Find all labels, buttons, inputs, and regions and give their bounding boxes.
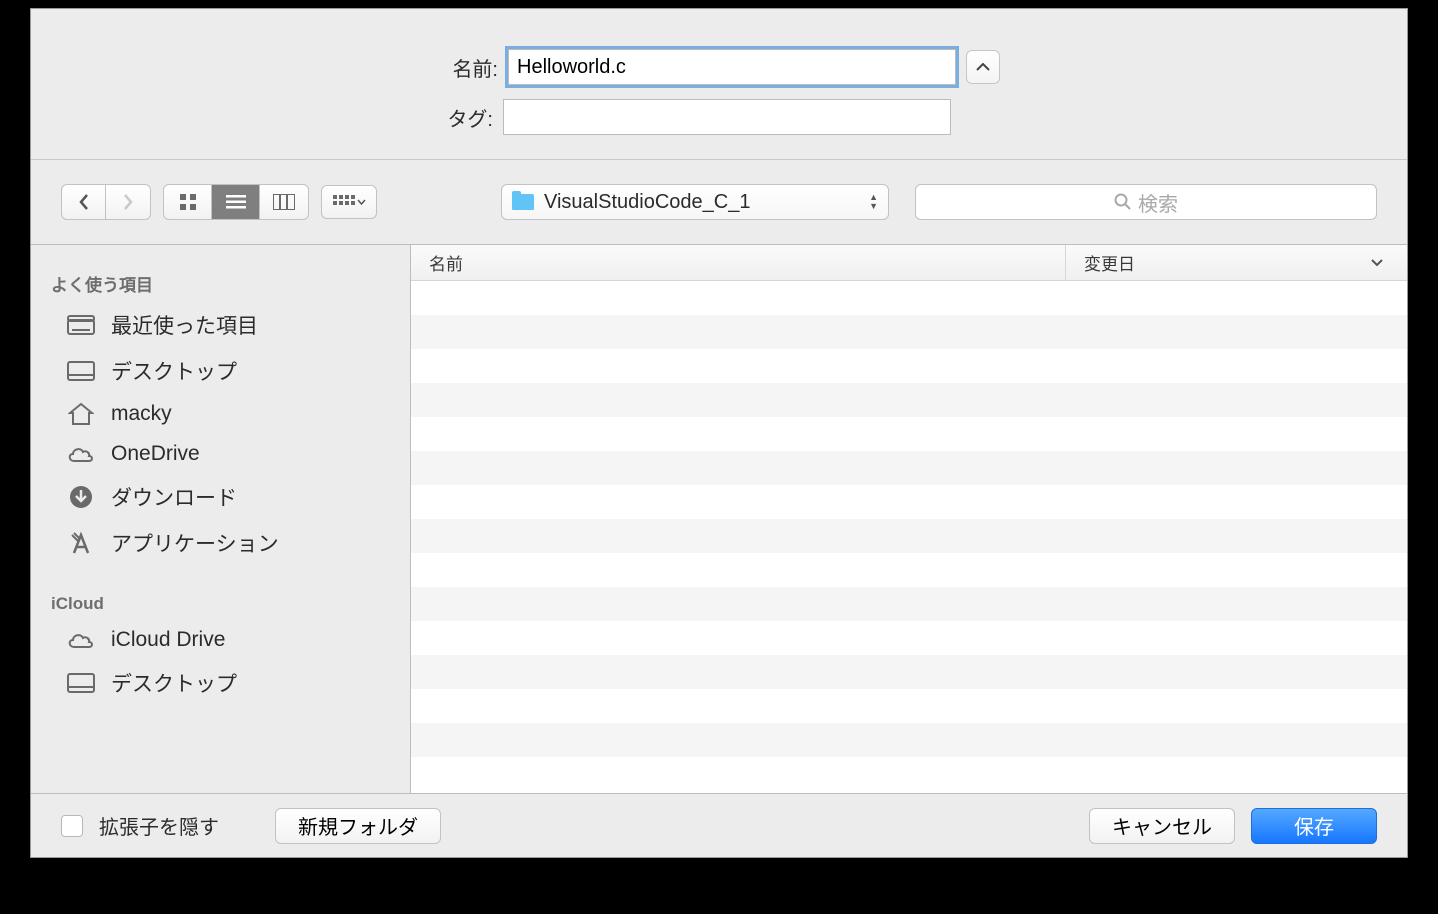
file-row bbox=[411, 349, 1407, 383]
sidebar-item-label: アプリケーション bbox=[111, 528, 279, 558]
column-header-date[interactable]: 変更日 bbox=[1065, 245, 1407, 280]
save-button[interactable]: 保存 bbox=[1251, 808, 1377, 844]
sidebar-item-label: 最近使った項目 bbox=[111, 310, 258, 340]
tags-row: タグ: bbox=[31, 99, 1407, 135]
back-button[interactable] bbox=[62, 185, 106, 219]
sidebar-item-applications[interactable]: アプリケーション bbox=[31, 520, 410, 566]
grid-icon bbox=[179, 193, 197, 211]
forward-button[interactable] bbox=[106, 185, 150, 219]
file-row bbox=[411, 553, 1407, 587]
file-row bbox=[411, 621, 1407, 655]
save-dialog: 名前: タグ: bbox=[30, 8, 1408, 858]
file-row bbox=[411, 315, 1407, 349]
folder-path-label: VisualStudioCode_C_1 bbox=[544, 191, 859, 214]
arrange-icon bbox=[333, 195, 355, 209]
tags-label: タグ: bbox=[433, 103, 493, 132]
sidebar-item-home[interactable]: macky bbox=[31, 394, 410, 434]
tags-input[interactable] bbox=[503, 99, 951, 135]
file-list-area: 名前 変更日 bbox=[411, 245, 1407, 793]
sidebar-item-desktop[interactable]: デスクトップ bbox=[31, 348, 410, 394]
sidebar-item-label: iCloud Drive bbox=[111, 628, 225, 652]
desktop-icon bbox=[65, 359, 97, 383]
file-row bbox=[411, 281, 1407, 315]
chevron-up-icon bbox=[976, 63, 990, 71]
applications-icon bbox=[65, 531, 97, 555]
arrange-button[interactable] bbox=[321, 185, 377, 219]
folder-path-selector[interactable]: VisualStudioCode_C_1 ▲▼ bbox=[501, 184, 889, 220]
columns-icon bbox=[273, 194, 295, 210]
sidebar-item-downloads[interactable]: ダウンロード bbox=[31, 474, 410, 520]
browser-toolbar: VisualStudioCode_C_1 ▲▼ 検索 bbox=[31, 160, 1407, 245]
filename-section: 名前: タグ: bbox=[31, 9, 1407, 160]
search-icon bbox=[1114, 193, 1132, 211]
file-row bbox=[411, 451, 1407, 485]
browser-body: よく使う項目 最近使った項目 デスクトップ macky bbox=[31, 245, 1407, 793]
chevron-down-icon bbox=[1371, 259, 1383, 267]
sidebar: よく使う項目 最近使った項目 デスクトップ macky bbox=[31, 245, 411, 793]
view-mode-buttons bbox=[163, 184, 309, 220]
list-icon bbox=[226, 194, 246, 210]
search-placeholder: 検索 bbox=[1138, 188, 1178, 217]
cloud-icon bbox=[65, 628, 97, 652]
name-row: 名前: bbox=[31, 49, 1407, 85]
file-row bbox=[411, 485, 1407, 519]
column-header-name[interactable]: 名前 bbox=[411, 250, 1065, 275]
updown-icon: ▲▼ bbox=[869, 193, 878, 211]
file-row bbox=[411, 723, 1407, 757]
expand-toggle-button[interactable] bbox=[966, 50, 1000, 84]
cancel-button[interactable]: キャンセル bbox=[1089, 808, 1235, 844]
filename-input[interactable] bbox=[508, 49, 956, 85]
home-icon bbox=[65, 402, 97, 426]
name-label: 名前: bbox=[438, 53, 498, 82]
sidebar-item-label: OneDrive bbox=[111, 442, 200, 466]
file-row bbox=[411, 519, 1407, 553]
sidebar-item-label: デスクトップ bbox=[111, 356, 237, 386]
sidebar-section-favorites: よく使う項目 bbox=[31, 265, 410, 302]
chevron-down-icon bbox=[357, 199, 366, 205]
search-input[interactable]: 検索 bbox=[915, 184, 1377, 220]
file-row bbox=[411, 587, 1407, 621]
sidebar-item-label: デスクトップ bbox=[111, 668, 237, 698]
file-row bbox=[411, 689, 1407, 723]
sidebar-item-onedrive[interactable]: OneDrive bbox=[31, 434, 410, 474]
hide-extension-label: 拡張子を隠す bbox=[99, 811, 219, 840]
sidebar-item-recents[interactable]: 最近使った項目 bbox=[31, 302, 410, 348]
nav-buttons bbox=[61, 184, 151, 220]
sidebar-item-icloud-desktop[interactable]: デスクトップ bbox=[31, 660, 410, 706]
new-folder-button[interactable]: 新規フォルダ bbox=[275, 808, 441, 844]
list-view-button[interactable] bbox=[212, 185, 260, 219]
file-list-header: 名前 変更日 bbox=[411, 245, 1407, 281]
sidebar-item-label: ダウンロード bbox=[111, 482, 237, 512]
icon-view-button[interactable] bbox=[164, 185, 212, 219]
file-row bbox=[411, 383, 1407, 417]
file-rows[interactable] bbox=[411, 281, 1407, 793]
file-row bbox=[411, 417, 1407, 451]
desktop-icon bbox=[65, 671, 97, 695]
hide-extension-checkbox[interactable] bbox=[61, 815, 83, 837]
file-row bbox=[411, 655, 1407, 689]
folder-icon bbox=[512, 194, 534, 210]
sidebar-section-icloud: iCloud bbox=[31, 588, 410, 620]
dialog-footer: 拡張子を隠す 新規フォルダ キャンセル 保存 bbox=[31, 793, 1407, 857]
downloads-icon bbox=[65, 485, 97, 509]
sidebar-item-icloud-drive[interactable]: iCloud Drive bbox=[31, 620, 410, 660]
column-view-button[interactable] bbox=[260, 185, 308, 219]
chevron-left-icon bbox=[79, 194, 89, 210]
cloud-icon bbox=[65, 442, 97, 466]
sidebar-item-label: macky bbox=[111, 402, 172, 426]
column-header-date-label: 変更日 bbox=[1084, 250, 1135, 275]
recents-icon bbox=[65, 313, 97, 337]
chevron-right-icon bbox=[123, 194, 133, 210]
